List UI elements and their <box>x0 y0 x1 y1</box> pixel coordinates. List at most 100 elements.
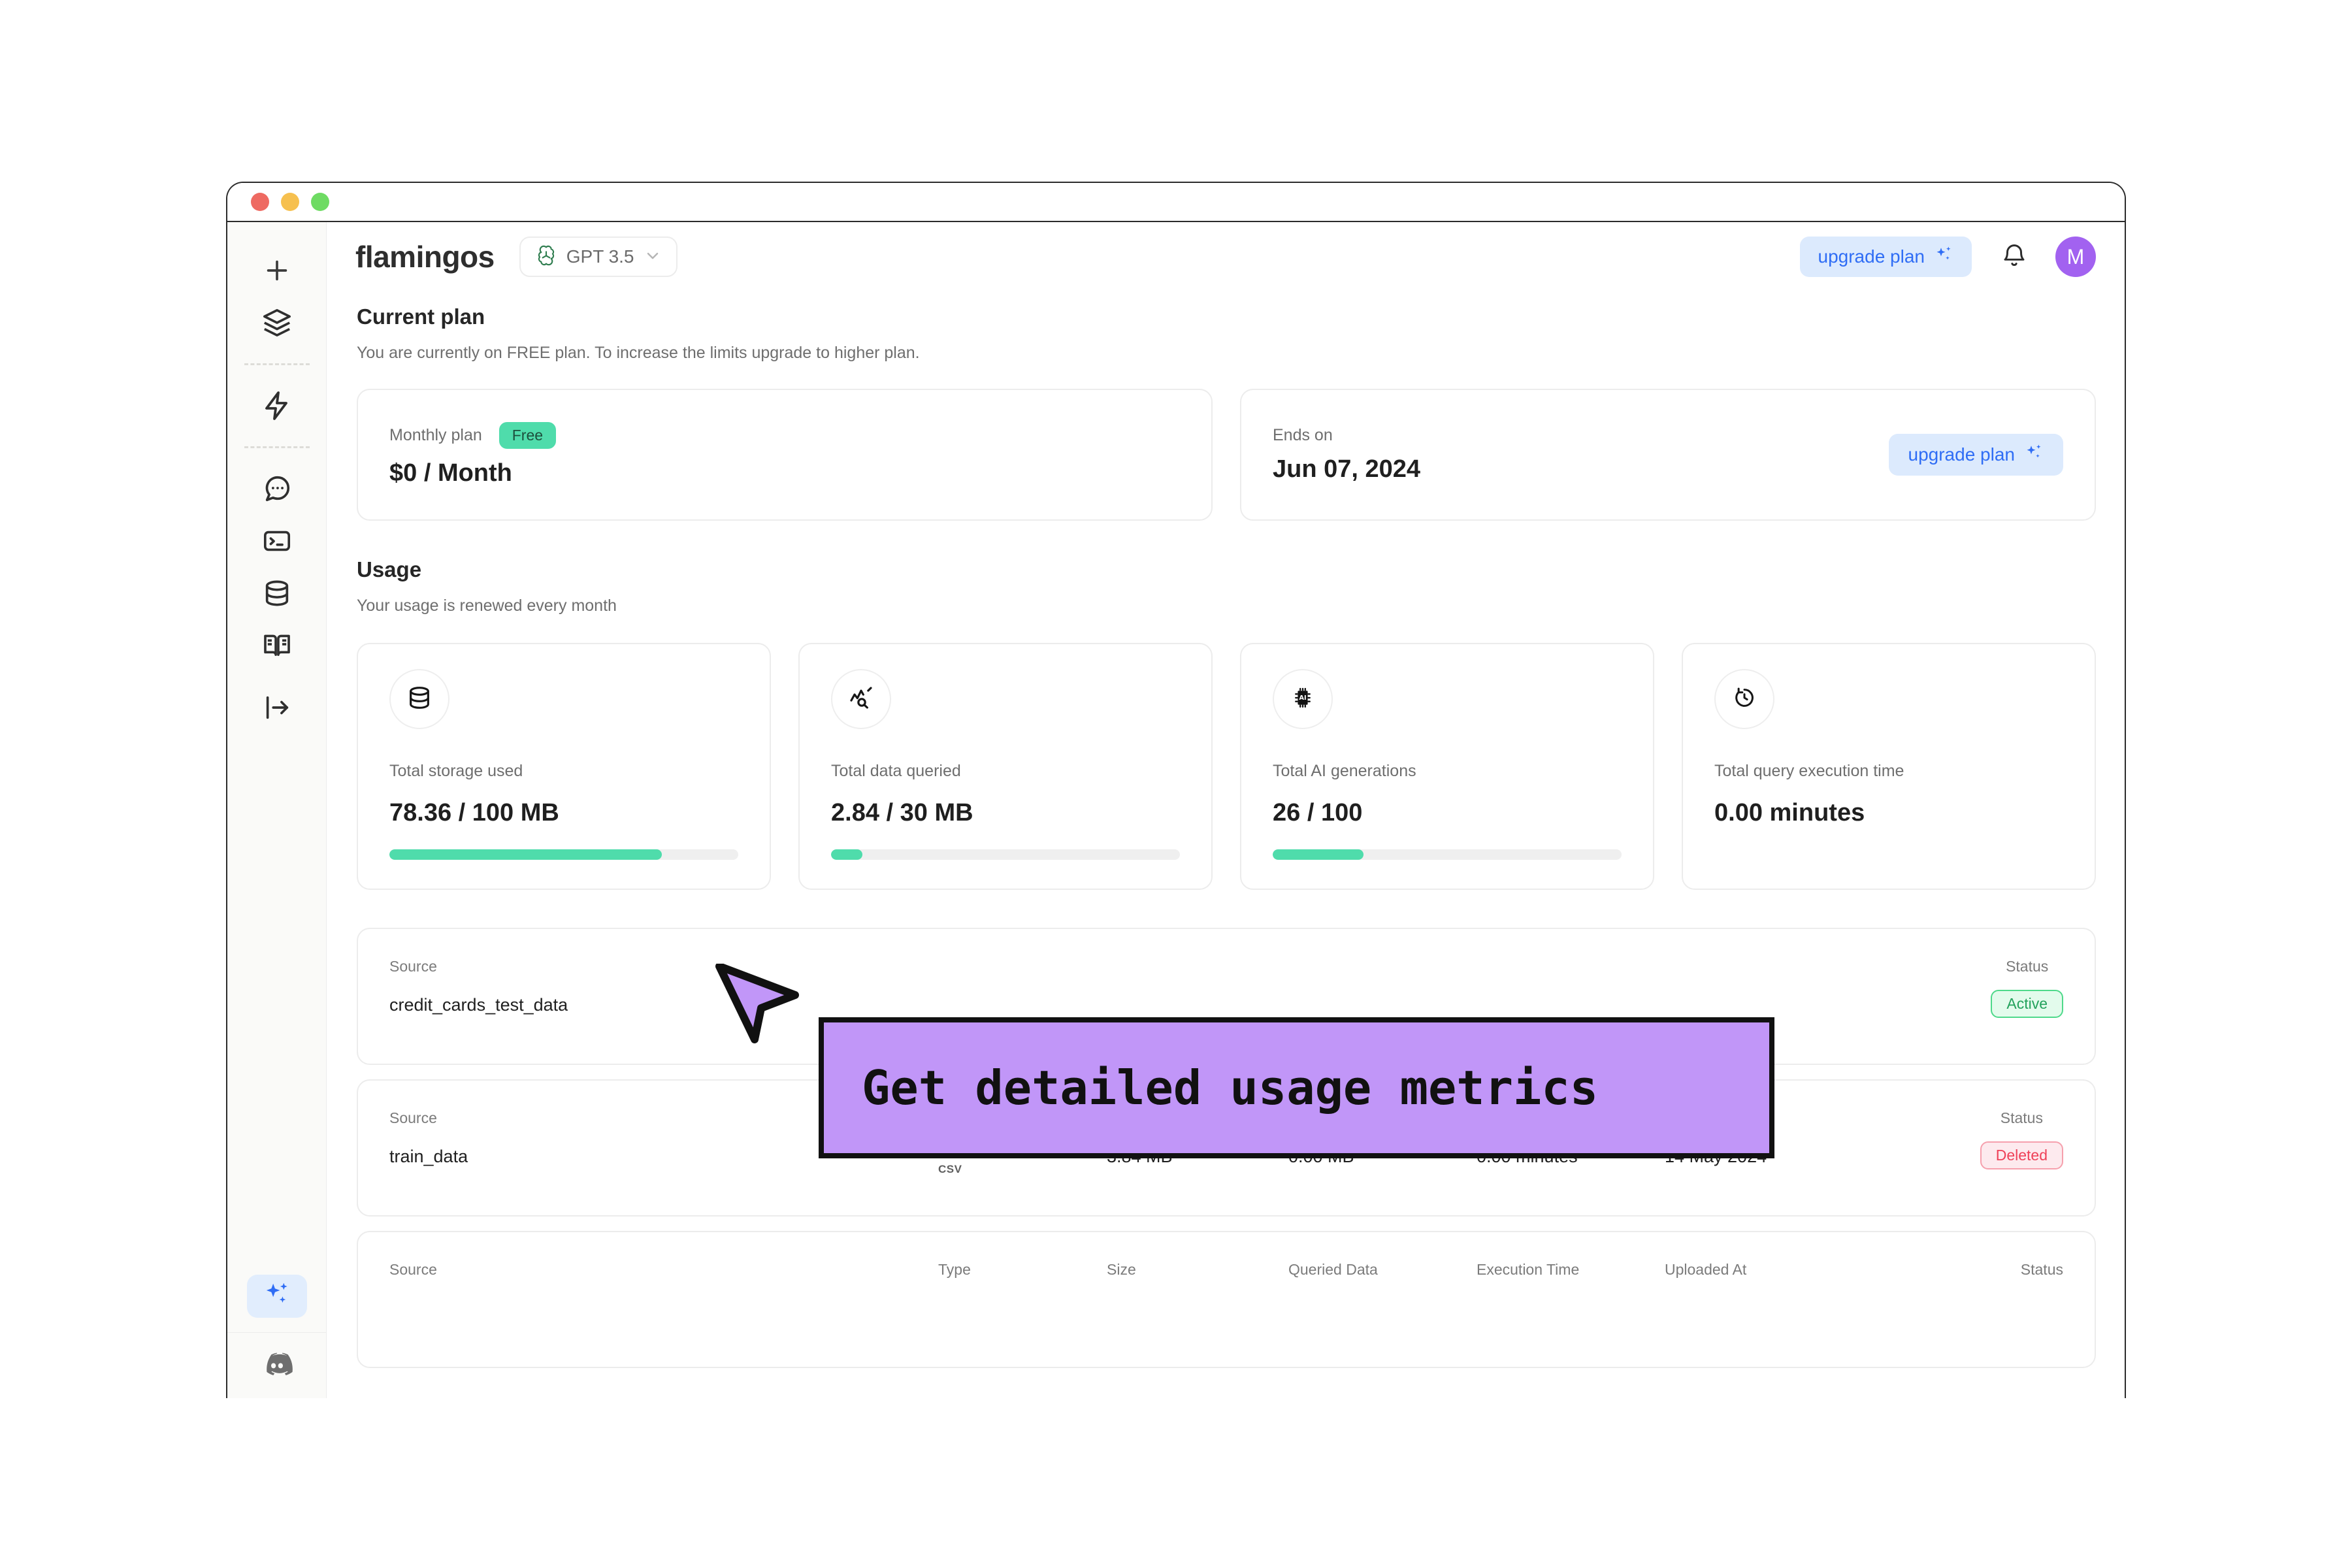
sidebar-item-docs[interactable] <box>246 619 308 672</box>
usage-subtitle: Your usage is renewed every month <box>357 596 2096 615</box>
col-header-execution-time: Execution Time <box>1477 1261 1665 1279</box>
usage-value: 26 / 100 <box>1273 799 1622 827</box>
annotation-callout: Get detailed usage metrics <box>819 1017 1774 1158</box>
usage-progress-fill <box>389 849 662 860</box>
usage-card-data-queried: Total data queried 2.84 / 30 MB <box>798 643 1213 890</box>
usage-card-ai-generations: AI Total AI generations 26 / 100 <box>1240 643 1654 890</box>
usage-title: Usage <box>357 557 2096 582</box>
usage-value: 78.36 / 100 MB <box>389 799 738 827</box>
chat-bubble-icon <box>262 474 292 504</box>
notifications-button[interactable] <box>2001 242 2028 272</box>
annotation-text: Get detailed usage metrics <box>862 1060 1598 1115</box>
usage-label: Total storage used <box>389 762 738 781</box>
sparkles-icon <box>263 1281 291 1313</box>
svg-text:AI: AI <box>1299 694 1306 702</box>
usage-label: Total query execution time <box>1714 762 2063 781</box>
window-titlebar <box>227 183 2125 222</box>
status-badge: Deleted <box>1980 1141 2063 1169</box>
col-header-size: Size <box>1107 1261 1288 1279</box>
usage-card-storage: Total storage used 78.36 / 100 MB <box>357 643 771 890</box>
database-icon <box>406 685 433 714</box>
bell-icon <box>2001 242 2028 272</box>
app-window: flamingos GPT 3.5 upgrade plan <box>226 182 2126 1398</box>
sidebar-item-ai-assistant[interactable] <box>247 1275 307 1318</box>
app-logo: flamingos <box>355 239 495 274</box>
sidebar-item-discord[interactable] <box>227 1333 326 1398</box>
usage-progress-track <box>831 849 1180 860</box>
main-content: flamingos GPT 3.5 upgrade plan <box>327 222 2125 1398</box>
mouse-cursor <box>714 964 806 1052</box>
usage-icon-wrap <box>389 669 449 729</box>
usage-progress-fill <box>831 849 862 860</box>
openai-icon <box>535 244 557 270</box>
current-plan-subtitle: You are currently on FREE plan. To incre… <box>357 344 2096 363</box>
minimize-window-button[interactable] <box>281 193 299 211</box>
current-plan-title: Current plan <box>357 304 2096 329</box>
file-type-label: CSV <box>938 1163 962 1176</box>
monthly-plan-price: $0 / Month <box>389 459 556 487</box>
book-icon <box>262 630 292 661</box>
col-header-status: Status <box>2001 1109 2043 1127</box>
sidebar-item-projects[interactable] <box>246 297 308 349</box>
model-selector[interactable]: GPT 3.5 <box>519 237 678 277</box>
monthly-plan-label: Monthly plan <box>389 426 482 445</box>
usage-icon-wrap <box>831 669 891 729</box>
monthly-plan-card: Monthly plan Free $0 / Month <box>357 389 1213 521</box>
sidebar-item-new[interactable] <box>246 244 308 297</box>
ends-on-label: Ends on <box>1273 426 1420 445</box>
ends-on-card: Ends on Jun 07, 2024 upgrade plan <box>1240 389 2096 521</box>
col-header-status: Status <box>2006 958 2048 975</box>
sidebar-item-logout[interactable] <box>246 681 308 734</box>
usage-cards: Total storage used 78.36 / 100 MB Total <box>357 643 2096 890</box>
sidebar <box>227 222 327 1398</box>
table-row[interactable]: Source Type Size Queried Data Execution <box>357 1231 2096 1368</box>
usage-progress-track <box>389 849 738 860</box>
zap-icon <box>261 390 293 421</box>
sidebar-item-automations[interactable] <box>246 380 308 432</box>
usage-value: 0.00 minutes <box>1714 799 2063 827</box>
ends-on-date: Jun 07, 2024 <box>1273 455 1420 483</box>
sidebar-item-chat[interactable] <box>246 463 308 515</box>
sidebar-divider-2 <box>244 446 310 448</box>
col-header-status: Status <box>2021 1261 2063 1279</box>
col-header-source: Source <box>389 1261 938 1279</box>
usage-value: 2.84 / 30 MB <box>831 799 1180 827</box>
chevron-down-icon <box>644 246 662 268</box>
usage-label: Total AI generations <box>1273 762 1622 781</box>
database-icon <box>262 578 292 608</box>
usage-icon-wrap <box>1714 669 1774 729</box>
sidebar-item-database[interactable] <box>246 567 308 619</box>
model-label: GPT 3.5 <box>566 246 634 267</box>
col-header-queried-data: Queried Data <box>1288 1261 1477 1279</box>
col-header-source: Source <box>389 958 938 975</box>
close-window-button[interactable] <box>251 193 269 211</box>
upgrade-plan-button-card[interactable]: upgrade plan <box>1889 434 2063 476</box>
upgrade-plan-label: upgrade plan <box>1908 444 2015 465</box>
usage-card-execution-time: Total query execution time 0.00 minutes <box>1682 643 2096 890</box>
plus-icon <box>262 255 292 286</box>
terminal-icon <box>262 526 292 556</box>
plan-tier-badge: Free <box>499 422 556 449</box>
sidebar-divider-1 <box>244 363 310 365</box>
logout-icon <box>262 693 292 723</box>
usage-progress-fill <box>1273 849 1364 860</box>
plan-cards: Monthly plan Free $0 / Month Ends on Jun… <box>357 389 2096 521</box>
cell-source: credit_cards_test_data <box>389 995 938 1015</box>
col-header-uploaded-at: Uploaded At <box>1665 1261 1880 1279</box>
upgrade-plan-button-header[interactable]: upgrade plan <box>1800 237 1972 277</box>
ai-chip-icon: AI <box>1290 685 1315 713</box>
status-badge: Active <box>1991 990 2063 1018</box>
upgrade-plan-label: upgrade plan <box>1818 246 1925 267</box>
discord-icon <box>261 1348 293 1383</box>
usage-label: Total data queried <box>831 762 1180 781</box>
maximize-window-button[interactable] <box>311 193 329 211</box>
usage-progress-track <box>1273 849 1622 860</box>
layers-icon <box>262 308 292 338</box>
avatar[interactable]: M <box>2055 237 2096 277</box>
usage-icon-wrap: AI <box>1273 669 1333 729</box>
sidebar-item-terminal[interactable] <box>246 515 308 567</box>
sparkles-icon <box>2024 443 2044 467</box>
timer-icon <box>1732 685 1757 713</box>
sidebar-divider-3 <box>244 676 310 678</box>
col-header-type: Type <box>938 1261 1107 1279</box>
